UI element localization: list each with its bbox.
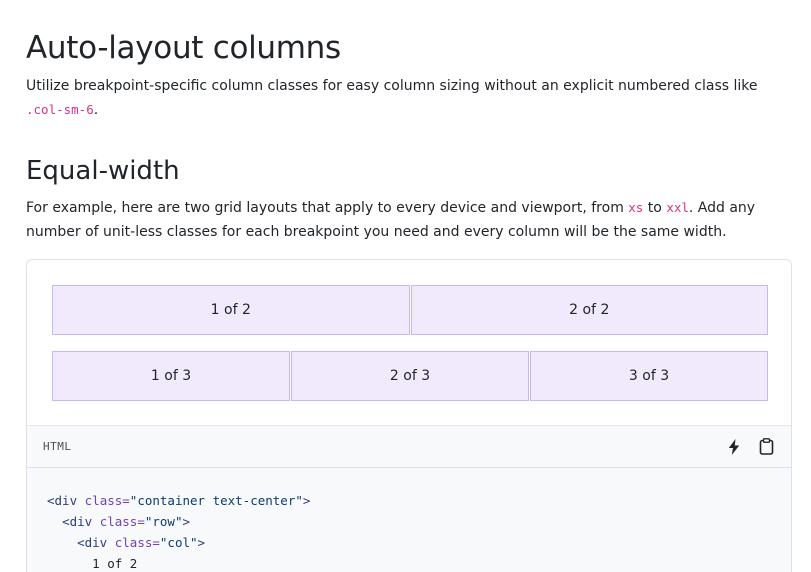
code-text: 1 of 2 xyxy=(92,556,138,571)
grid-col: 1 of 3 xyxy=(52,351,290,401)
code-string: "row" xyxy=(144,514,183,529)
code-tag: <div xyxy=(62,514,100,529)
intro-end: . xyxy=(93,102,99,118)
grid-col: 2 of 3 xyxy=(291,351,529,401)
code-line: <div class="col"> xyxy=(47,532,771,553)
grid-col: 3 of 3 xyxy=(530,351,768,401)
code-tag: <div xyxy=(77,535,115,550)
code-language-label: HTML xyxy=(43,440,72,453)
section-paragraph: For example, here are two grid layouts t… xyxy=(26,196,792,244)
code-block: <div class="container text-center"> <div… xyxy=(26,468,792,572)
page-title: Auto-layout columns xyxy=(26,30,341,66)
intro-code: .col-sm-6 xyxy=(26,102,94,117)
code-line: 1 of 2 xyxy=(47,553,771,572)
code-line: <div class="container text-center"> xyxy=(47,490,771,511)
grid-col: 2 of 2 xyxy=(410,285,768,335)
clipboard-icon[interactable] xyxy=(757,438,775,456)
para-code-xxl: xxl xyxy=(666,200,689,215)
code-tag-close: > xyxy=(197,535,206,550)
code-tag: <div xyxy=(47,493,85,508)
grid-col: 1 of 2 xyxy=(52,285,410,335)
grid-row-halves: 1 of 2 2 of 2 xyxy=(52,285,768,335)
intro-paragraph: Utilize breakpoint-specific column class… xyxy=(26,74,792,122)
code-string: "col" xyxy=(159,535,198,550)
code-toolbar: HTML xyxy=(26,425,792,468)
code-tag-close: > xyxy=(302,493,311,508)
code-tag-close: > xyxy=(182,514,191,529)
code-attr: class= xyxy=(99,514,145,529)
grid-row-thirds: 1 of 3 2 of 3 3 of 3 xyxy=(52,351,768,401)
code-attr: class= xyxy=(114,535,160,550)
section-title: Equal-width xyxy=(26,156,180,186)
code-attr: class= xyxy=(84,493,130,508)
lightning-icon[interactable] xyxy=(725,438,743,456)
para-code-xs: xs xyxy=(628,200,644,215)
code-string: "container text-center" xyxy=(129,493,303,508)
intro-text: Utilize breakpoint-specific column class… xyxy=(26,78,758,94)
example-preview: 1 of 2 2 of 2 1 of 3 2 of 3 3 of 3 xyxy=(26,259,792,425)
para-part2: to xyxy=(643,200,667,216)
code-tools xyxy=(725,438,775,456)
code-line: <div class="row"> xyxy=(47,511,771,532)
para-part1: For example, here are two grid layouts t… xyxy=(26,200,629,216)
